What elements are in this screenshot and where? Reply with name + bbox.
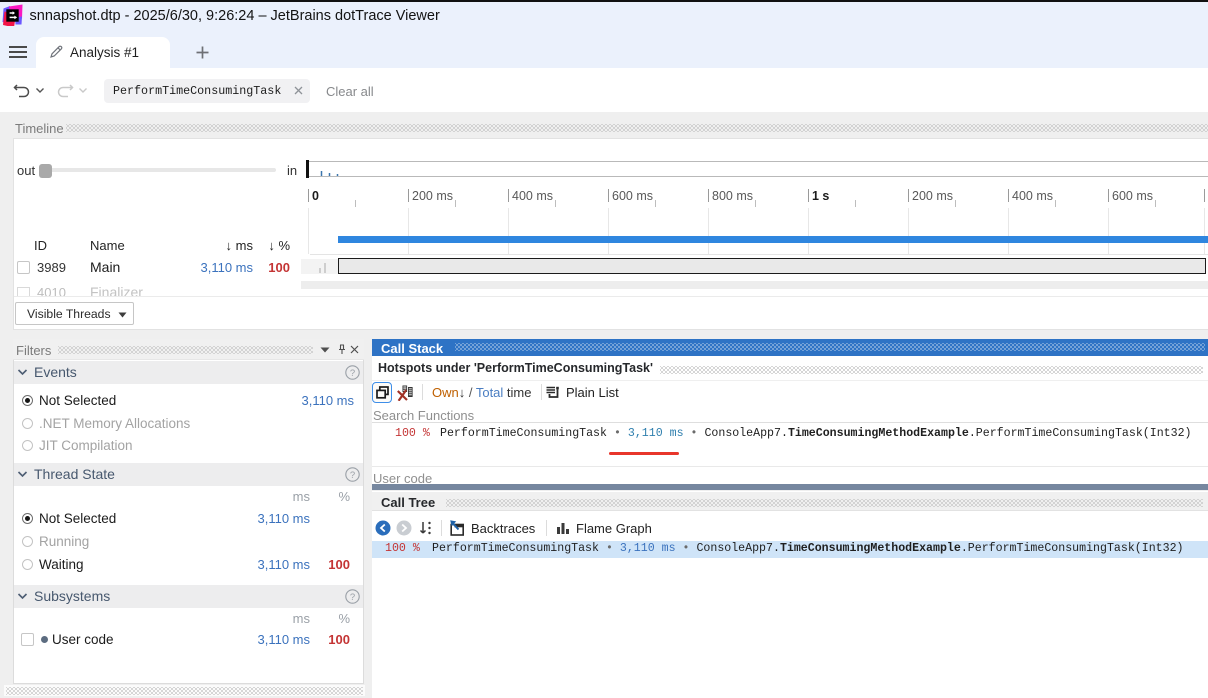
svg-text:?: ? — [350, 592, 355, 603]
svg-text:?: ? — [350, 368, 355, 379]
svg-text:?: ? — [350, 470, 355, 481]
